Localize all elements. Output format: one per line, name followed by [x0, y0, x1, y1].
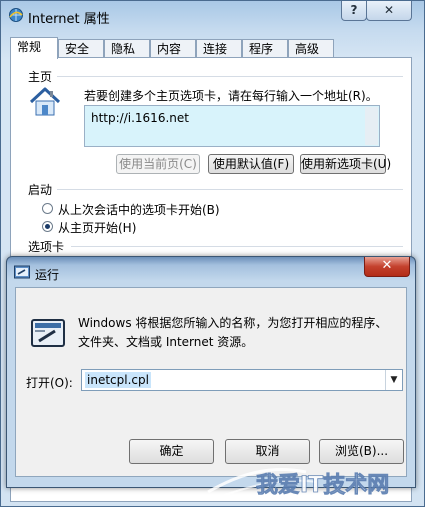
run-dialog: 运行 ✕ Windows 将根据您所输入的名称，为您打开相应的程序、文件夹、文档… [6, 256, 416, 488]
group-divider [57, 76, 403, 77]
homepage-url-textarea[interactable]: http://i.1616.net [84, 105, 380, 147]
tab-advanced[interactable]: 高级 [288, 39, 334, 57]
radio-homepage-label: 从主页开始(H) [58, 221, 137, 235]
homepage-instruction: 若要创建多个主页选项卡，请在每行输入一个地址(R)。 [84, 89, 378, 103]
open-label: 打开(O): [26, 376, 73, 390]
run-close-button[interactable]: ✕ [364, 257, 410, 277]
help-button[interactable]: ? [341, 1, 367, 21]
open-input-value[interactable]: inetcpl.cpl [85, 372, 151, 388]
use-default-button[interactable]: 使用默认值(F) [208, 154, 294, 174]
window-title: Internet 属性 [28, 12, 110, 27]
use-current-button[interactable]: 使用当前页(C) [116, 154, 200, 174]
homepage-url-value: http://i.1616.net [91, 111, 189, 125]
tabs-group-title: 选项卡 [28, 240, 65, 254]
tab-programs[interactable]: 程序 [242, 39, 288, 57]
radio-last-session-label: 从上次会话中的选项卡开始(B) [58, 203, 220, 217]
internet-options-icon [9, 8, 23, 22]
group-divider [71, 246, 403, 247]
cancel-button[interactable]: 取消 [225, 439, 310, 464]
tab-privacy[interactable]: 隐私 [104, 39, 150, 57]
browse-button[interactable]: 浏览(B)... [319, 439, 404, 464]
startup-group-title: 启动 [28, 183, 53, 197]
homepage-group-title: 主页 [28, 70, 53, 84]
home-icon [29, 87, 61, 116]
run-body: Windows 将根据您所输入的名称，为您打开相应的程序、文件夹、文档或 Int… [15, 287, 407, 477]
tab-security[interactable]: 安全 [58, 39, 104, 57]
tab-general[interactable]: 常规 [10, 37, 58, 59]
use-new-tab-button[interactable]: 使用新选项卡(U) [300, 154, 391, 174]
close-button[interactable]: ✕ [366, 1, 412, 21]
open-combobox[interactable]: inetcpl.cpl ▼ [81, 369, 403, 391]
run-program-icon [31, 319, 65, 347]
radio-homepage[interactable] [42, 221, 53, 232]
watermark-text: 我爱IT技术网 [256, 473, 389, 498]
watermark-logo: 我爱IT技术网 [207, 467, 390, 501]
run-dialog-title: 运行 [35, 268, 60, 282]
run-description: Windows 将根据您所输入的名称，为您打开相应的程序、文件夹、文档或 Int… [78, 316, 388, 349]
ok-button[interactable]: 确定 [129, 439, 214, 464]
chevron-down-icon[interactable]: ▼ [385, 370, 402, 390]
run-title-icon [14, 265, 30, 279]
tab-connections[interactable]: 连接 [196, 39, 242, 57]
url-scrollbar[interactable] [365, 107, 378, 145]
tab-content[interactable]: 内容 [150, 39, 196, 57]
radio-last-session[interactable] [42, 203, 53, 214]
group-divider [57, 189, 403, 190]
